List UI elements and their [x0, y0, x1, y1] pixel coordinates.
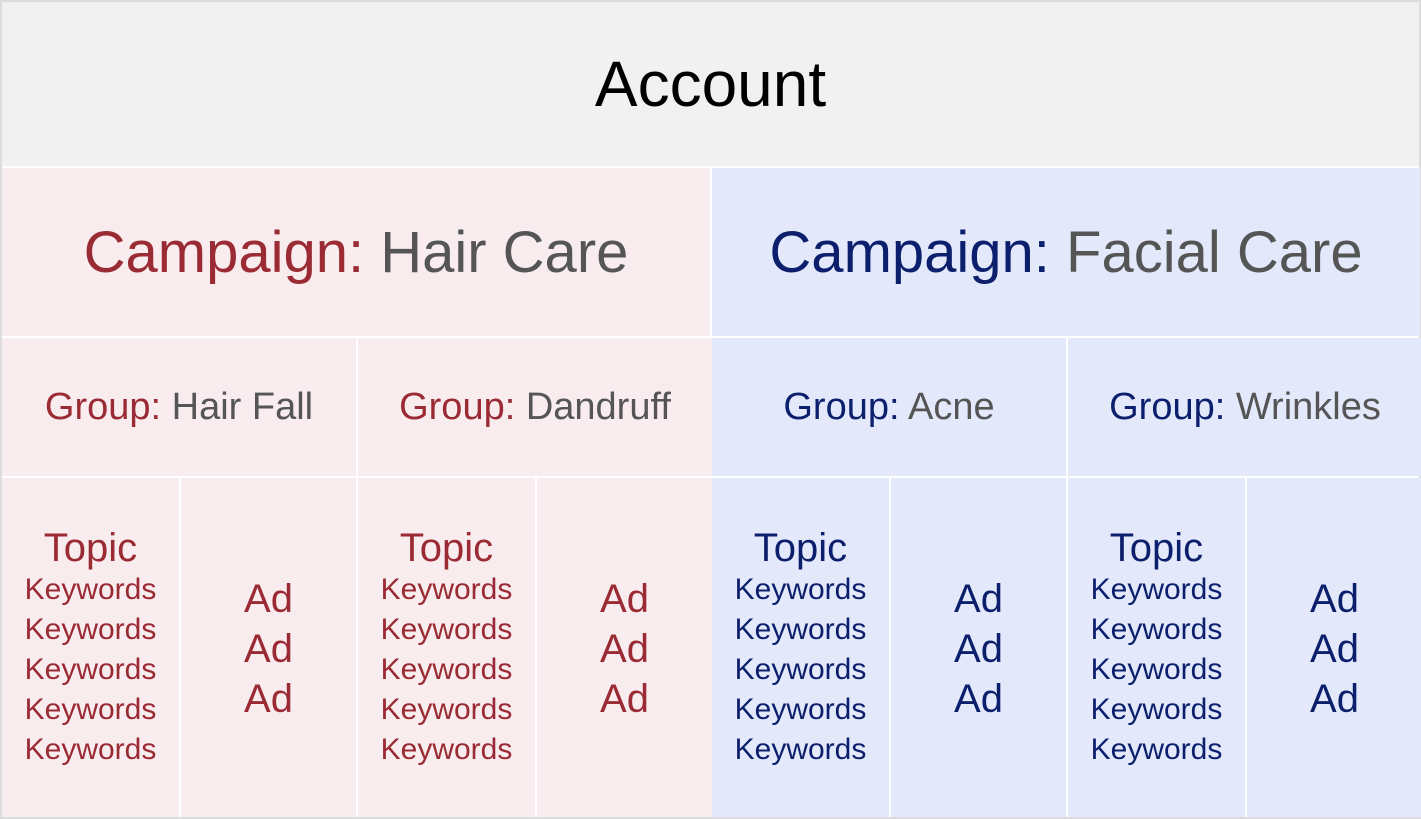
topic-box: Topic Keywords Keywords Keywords Keywords Key… [712, 478, 889, 817]
keyword-item: Keywords [380, 613, 513, 646]
campaign-prefix: Campaign: [769, 219, 1050, 285]
keyword-item: Keywords [1090, 733, 1223, 766]
topic-label: Topic [1109, 526, 1204, 570]
keyword-item: Keywords [1090, 653, 1223, 686]
keyword-item: Keywords [380, 653, 513, 686]
keyword-item: Keywords [734, 693, 867, 726]
group-prefix: Group: [1109, 385, 1226, 428]
topic-box: Topic Keywords Keywords Keywords Keywords Key… [1068, 478, 1245, 817]
account-structure-diagram: Account Campaign: Hair Care Group: Hair F… [2, 2, 1421, 817]
ads-box: Ad Ad Ad [181, 478, 356, 817]
keyword-item: Keywords [24, 733, 157, 766]
campaign-name: Hair Care [380, 219, 629, 285]
campaign-name: Facial Care [1066, 219, 1363, 285]
campaign-prefix: Campaign: [83, 219, 365, 285]
keyword-item: Keywords [1090, 693, 1223, 726]
account-label: Account [594, 48, 827, 120]
keyword-item: Keywords [734, 613, 867, 646]
keyword-item: Keywords [1090, 573, 1223, 606]
topic-label: Topic [399, 526, 494, 570]
ad-item: Ad [600, 627, 649, 671]
ad-group-box: Group: Dandruff [358, 338, 712, 476]
ad-item: Ad [954, 627, 1003, 671]
ads-box: Ad Ad Ad [891, 478, 1066, 817]
topic-box: Topic Keywords Keywords Keywords Keywords Key… [2, 478, 179, 817]
keyword-item: Keywords [380, 573, 513, 606]
ads-box: Ad Ad Ad [1247, 478, 1421, 817]
ad-item: Ad [244, 577, 293, 621]
account-box: Account [2, 2, 1419, 166]
ads-box: Ad Ad Ad [537, 478, 712, 817]
ad-item: Ad [1310, 627, 1359, 671]
ad-item: Ad [244, 677, 293, 721]
keyword-item: Keywords [1090, 613, 1223, 646]
topic-box: Topic Keywords Keywords Keywords Keywords Key… [358, 478, 535, 817]
group-name: Wrinkles [1235, 385, 1381, 428]
ad-item: Ad [600, 577, 649, 621]
keyword-item: Keywords [380, 733, 513, 766]
ad-group-box: Group: Wrinkles [1068, 338, 1421, 476]
keyword-item: Keywords [734, 733, 867, 766]
keyword-item: Keywords [24, 653, 157, 686]
group-prefix: Group: [783, 385, 900, 428]
topic-label: Topic [43, 526, 138, 570]
group-name: Hair Fall [171, 385, 314, 428]
group-prefix: Group: [44, 385, 162, 428]
keyword-item: Keywords [24, 613, 157, 646]
ad-item: Ad [1310, 577, 1359, 621]
group-prefix: Group: [399, 385, 516, 428]
campaign-box: Campaign: Hair Care [2, 168, 710, 336]
ad-item: Ad [954, 677, 1003, 721]
ad-item: Ad [1310, 677, 1359, 721]
topic-label: Topic [753, 526, 848, 570]
group-name: Acne [908, 385, 995, 428]
ad-item: Ad [244, 627, 293, 671]
keyword-item: Keywords [734, 653, 867, 686]
ad-item: Ad [600, 677, 649, 721]
ad-item: Ad [954, 577, 1003, 621]
ad-group-box: Group: Acne [712, 338, 1066, 476]
keyword-item: Keywords [24, 693, 157, 726]
group-name: Dandruff [525, 385, 671, 428]
ad-group-box: Group: Hair Fall [2, 338, 356, 476]
keyword-item: Keywords [24, 573, 157, 606]
keyword-item: Keywords [734, 573, 867, 606]
campaign-box: Campaign: Facial Care [712, 168, 1420, 336]
keyword-item: Keywords [380, 693, 513, 726]
